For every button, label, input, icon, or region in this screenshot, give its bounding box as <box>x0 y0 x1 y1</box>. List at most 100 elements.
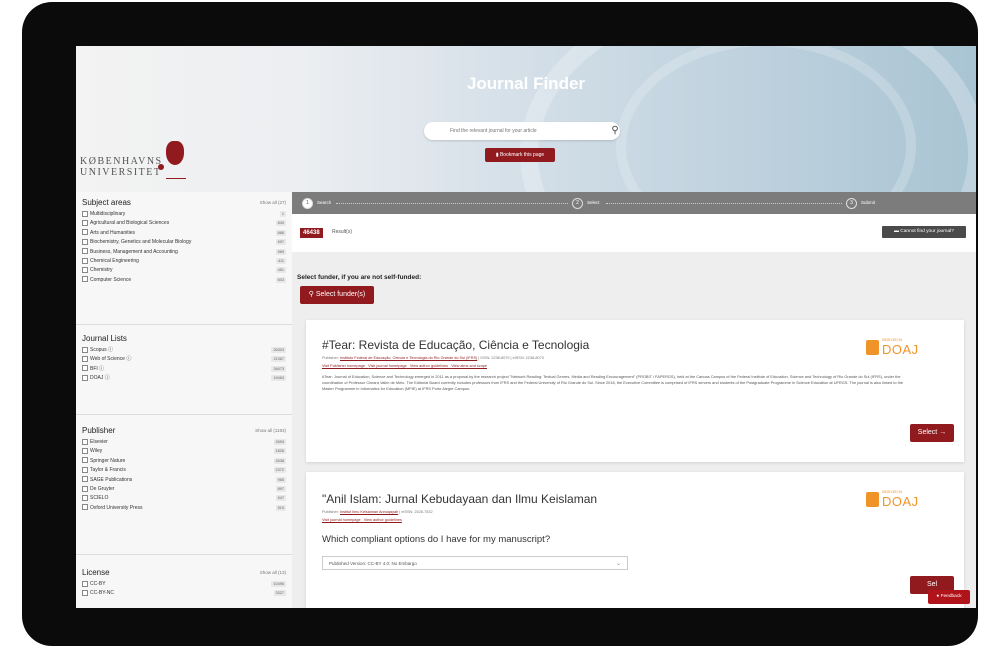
facet-item[interactable]: Oxford University Press 519 <box>82 504 286 513</box>
facet-item[interactable]: Agricultural and Biological Sciences 840 <box>82 219 286 228</box>
count-badge: 19463 <box>271 375 286 382</box>
facet-item[interactable]: DOAJ ⓘ 19463 <box>82 374 286 383</box>
logo-dot <box>158 164 164 170</box>
checkbox[interactable] <box>82 365 88 372</box>
facet-item[interactable]: Biochemistry, Genetics and Molecular Bio… <box>82 238 286 247</box>
facet-title: License <box>82 568 110 577</box>
facet-item[interactable]: Wiley 1826 <box>82 447 286 456</box>
facet-item[interactable]: Scopus ⓘ 26303 <box>82 346 286 355</box>
count-badge: 411 <box>275 257 286 264</box>
feedback-button[interactable]: ● Feedback <box>928 590 970 604</box>
publisher-link[interactable]: Institut Ilmu Keislaman Annuqayah <box>340 510 398 514</box>
facet-title: Publisher <box>82 426 116 435</box>
count-badge: 10496 <box>271 581 286 587</box>
checkbox[interactable] <box>82 220 88 227</box>
publisher-link[interactable]: Instituto Federal de Educação, Ciência e… <box>340 356 477 360</box>
cannot-find-journal-button[interactable]: ▬ Cannot find your journal? <box>882 226 966 238</box>
facet-subject-areas: Subject areas Show all (27) Multidiscipl… <box>82 196 286 285</box>
journal-card: "Anil Islam: Jurnal Kebudayaan dan Ilmu … <box>306 472 964 608</box>
journal-homepage-link[interactable]: Visit journal homepage <box>368 364 407 368</box>
count-badge: 1 <box>279 211 286 217</box>
bookmark-button[interactable]: ▮ Bookmark this page <box>485 148 555 162</box>
facet-header: License Show all (13) <box>82 566 286 580</box>
facet-item[interactable]: De Gruyter 897 <box>82 485 286 494</box>
checkbox[interactable] <box>82 229 88 236</box>
facet-item[interactable]: Computer Science 603 <box>82 276 286 285</box>
facet-item[interactable]: Arts and Humanities 886 <box>82 229 286 238</box>
checkbox[interactable] <box>82 356 88 363</box>
author-guidelines-link[interactable]: View author guidelines <box>364 518 402 522</box>
facet-item[interactable]: Chemistry 451 <box>82 266 286 275</box>
journal-title[interactable]: #Tear: Revista de Educação, Ciência e Te… <box>322 338 589 352</box>
checkbox[interactable] <box>82 495 88 502</box>
show-all-link[interactable]: Show all (1193) <box>255 428 286 433</box>
checkbox[interactable] <box>82 438 88 445</box>
chevron-down-icon: ⌄ <box>615 561 621 567</box>
results-panel: 1 Search 2 Select 3 Submit 46438 Result(… <box>292 192 976 608</box>
publisher-homepage-link[interactable]: Visit Publisher homepage <box>322 364 365 368</box>
facet-item[interactable]: Business, Management and Accounting 589 <box>82 248 286 257</box>
step-2-indicator: 2 <box>572 198 583 209</box>
select-journal-button[interactable]: Select → <box>910 424 954 442</box>
count-badge: 603 <box>275 276 286 283</box>
checkbox[interactable] <box>82 238 88 245</box>
facet-journal-lists: Journal Lists Scopus ⓘ 26303 Web of Scien… <box>82 332 286 384</box>
facet-item[interactable]: Elsevier 2693 <box>82 438 286 447</box>
step-connector <box>336 203 568 204</box>
journal-meta: Publisher: Instituto Federal de Educação… <box>322 356 544 360</box>
count-badge: 886 <box>275 229 286 236</box>
checkbox[interactable] <box>82 504 88 511</box>
hero-banner: Journal Finder ⚲ ▮ Bookmark this page KØ… <box>76 46 976 192</box>
show-all-link[interactable]: Show all (27) <box>260 200 286 205</box>
facet-title: Journal Lists <box>82 334 127 343</box>
checkbox[interactable] <box>82 590 88 597</box>
checkbox[interactable] <box>82 580 88 587</box>
checkbox[interactable] <box>82 448 88 455</box>
facet-header: Journal Lists <box>82 332 286 346</box>
journal-title[interactable]: "Anil Islam: Jurnal Kebudayaan dan Ilmu … <box>322 492 597 506</box>
checkbox[interactable] <box>82 457 88 464</box>
facet-title: Subject areas <box>82 198 131 207</box>
checkbox[interactable] <box>82 485 88 492</box>
search-icon[interactable]: ⚲ <box>606 122 624 140</box>
seal-watermark-inner <box>616 46 916 192</box>
facet-license: License Show all (13) CC-BY 10496 CC-BY-N… <box>82 566 286 599</box>
checkbox[interactable] <box>82 374 88 381</box>
facet-item[interactable]: Taylor & Francis 2372 <box>82 466 286 475</box>
facet-item[interactable]: CC-BY-NC 3327 <box>82 589 286 598</box>
compliance-question: Which compliant options do I have for my… <box>322 534 551 545</box>
checkbox[interactable] <box>82 476 88 483</box>
checkbox[interactable] <box>82 276 88 283</box>
checkbox[interactable] <box>82 466 88 473</box>
facet-item[interactable]: Multidisciplinary 1 <box>82 210 286 219</box>
search-input-wrapper[interactable] <box>424 122 620 140</box>
university-logo[interactable]: KØBENHAVNS UNIVERSITET <box>80 156 163 178</box>
search-input[interactable] <box>448 127 602 135</box>
facet-item[interactable]: SAGE Publications 965 <box>82 476 286 485</box>
facet-item[interactable]: SCIELO 547 <box>82 494 286 503</box>
select-funder-button[interactable]: ⚲ Select funder(s) <box>300 286 374 304</box>
progress-stepper: 1 Search 2 Select 3 Submit <box>292 192 976 214</box>
checkbox[interactable] <box>82 248 88 255</box>
checkbox[interactable] <box>82 267 88 274</box>
compliance-option-select[interactable]: Published Version: CC-BY 4.0: No Embargo… <box>322 556 628 570</box>
aims-scope-link[interactable]: View aims and scope <box>451 364 487 368</box>
facet-item[interactable]: Web of Science ⓘ 21367 <box>82 355 286 364</box>
checkbox[interactable] <box>82 257 88 264</box>
checkbox[interactable] <box>82 346 88 353</box>
facet-item[interactable]: CC-BY 10496 <box>82 580 286 589</box>
facet-item[interactable]: Chemical Engineering 411 <box>82 257 286 266</box>
bookmark-label: Bookmark this page <box>499 152 545 158</box>
search-icon: ⚲ <box>308 291 316 298</box>
facet-item[interactable]: BFI ⓘ 34673 <box>82 365 286 374</box>
journal-homepage-link[interactable]: Visit journal homepage <box>322 518 361 522</box>
show-all-link[interactable]: Show all (13) <box>260 570 286 575</box>
checkbox[interactable] <box>82 210 88 217</box>
facet-item[interactable]: Springer Nature 2638 <box>82 457 286 466</box>
journal-links: Visit Publisher homepage Visit journal h… <box>322 364 487 368</box>
logo-line1: KØBENHAVNS <box>80 156 163 167</box>
filter-sidebar: Subject areas Show all (27) Multidiscipl… <box>76 192 293 608</box>
logo-underline <box>166 178 186 179</box>
author-guidelines-link[interactable]: View author guidelines <box>410 364 448 368</box>
step-2-label: Select <box>587 200 600 205</box>
